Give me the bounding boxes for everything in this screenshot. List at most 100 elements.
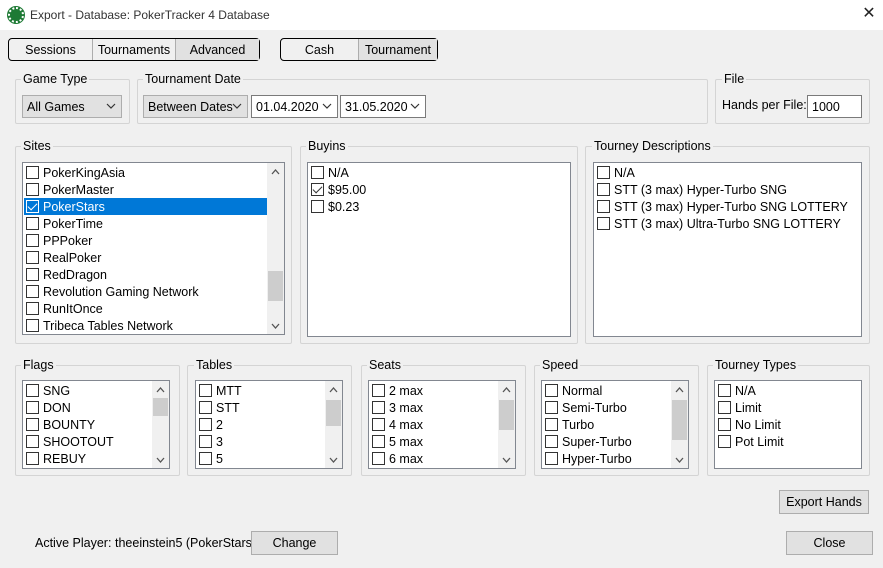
buyins-list[interactable]: N/A $95.00 $0.23 [307, 162, 571, 337]
scroll-up-icon[interactable] [325, 381, 342, 398]
scroll-up-icon[interactable] [671, 381, 688, 398]
sites-scrollbar[interactable] [267, 163, 284, 334]
list-item[interactable]: Super-Turbo [543, 433, 671, 450]
list-item[interactable]: BOUNTY [24, 416, 152, 433]
list-item[interactable]: No Limit [716, 416, 861, 433]
checkbox[interactable] [26, 251, 39, 264]
checkbox[interactable] [372, 418, 385, 431]
checkbox[interactable] [545, 401, 558, 414]
list-item[interactable]: Pot Limit [716, 433, 861, 450]
checkbox[interactable] [311, 166, 324, 179]
close-button[interactable]: Close [786, 531, 873, 555]
checkbox[interactable] [26, 166, 39, 179]
change-player-button[interactable]: Change [251, 531, 338, 555]
checkbox[interactable] [545, 452, 558, 465]
checkbox[interactable] [718, 418, 731, 431]
scroll-thumb[interactable] [326, 400, 341, 426]
scroll-down-icon[interactable] [152, 451, 169, 468]
scroll-down-icon[interactable] [325, 451, 342, 468]
list-scrollbar[interactable] [671, 381, 688, 468]
list-scrollbar[interactable] [498, 381, 515, 468]
list-item[interactable]: STT (3 max) Ultra-Turbo SNG LOTTERY [595, 215, 861, 232]
list-item[interactable]: DON [24, 399, 152, 416]
list-item[interactable]: Normal [543, 382, 671, 399]
tourney-descriptions-list[interactable]: N/A STT (3 max) Hyper-Turbo SNG STT (3 max… [593, 162, 862, 337]
tab-tournament[interactable]: Tournament [359, 39, 437, 60]
checkbox[interactable] [718, 384, 731, 397]
list-item[interactable]: STT (3 max) Hyper-Turbo SNG LOTTERY [595, 198, 861, 215]
checkbox[interactable] [372, 384, 385, 397]
checkbox[interactable] [199, 452, 212, 465]
checkbox[interactable] [26, 418, 39, 431]
list-scrollbar[interactable] [325, 381, 342, 468]
checkbox[interactable] [26, 452, 39, 465]
checkbox[interactable] [26, 435, 39, 448]
checkbox[interactable] [597, 200, 610, 213]
checkbox[interactable] [199, 435, 212, 448]
scroll-down-icon[interactable] [671, 451, 688, 468]
list-item[interactable]: PokerMaster [24, 181, 267, 198]
tables-list[interactable]: MTT STT 2 3 5 [195, 380, 343, 469]
list-item[interactable]: $95.00 [309, 181, 570, 198]
scroll-up-icon[interactable] [152, 381, 169, 398]
list-item[interactable]: N/A [309, 164, 570, 181]
checkbox[interactable] [545, 384, 558, 397]
sites-list[interactable]: PokerKingAsia PokerMaster PokerStars PokerT… [22, 162, 285, 335]
checkbox[interactable] [372, 452, 385, 465]
checkbox[interactable] [545, 418, 558, 431]
checkbox[interactable] [597, 166, 610, 179]
checkbox[interactable] [26, 401, 39, 414]
list-scrollbar[interactable] [152, 381, 169, 468]
scroll-thumb[interactable] [672, 400, 687, 440]
export-hands-button[interactable]: Export Hands [779, 490, 869, 514]
list-item[interactable]: 5 [197, 450, 325, 467]
list-item[interactable]: Semi-Turbo [543, 399, 671, 416]
scroll-down-icon[interactable] [267, 317, 284, 334]
checkbox[interactable] [597, 183, 610, 196]
list-item[interactable]: RealPoker [24, 249, 267, 266]
checkbox[interactable] [545, 435, 558, 448]
flags-list[interactable]: SNG DON BOUNTY SHOOTOUT REBUY [22, 380, 170, 469]
list-item[interactable]: Revolution Gaming Network [24, 283, 267, 300]
list-item[interactable]: Tribeca Tables Network [24, 317, 267, 334]
speed-list[interactable]: Normal Semi-Turbo Turbo Super-Turbo Hyper-Tu… [541, 380, 689, 469]
scroll-thumb[interactable] [153, 398, 168, 416]
date-mode-select[interactable]: Between Dates [143, 95, 248, 118]
checkbox[interactable] [26, 183, 39, 196]
scroll-thumb[interactable] [499, 400, 514, 430]
tab-tournaments[interactable]: Tournaments [93, 39, 176, 60]
checkbox[interactable] [372, 435, 385, 448]
seats-list[interactable]: 2 max 3 max 4 max 5 max 6 max [368, 380, 516, 469]
list-item[interactable]: REBUY [24, 450, 152, 467]
list-item[interactable]: RedDragon [24, 266, 267, 283]
date-to-picker[interactable]: 31.05.2020 [340, 95, 426, 118]
checkbox[interactable] [26, 217, 39, 230]
list-item[interactable]: MTT [197, 382, 325, 399]
checkbox[interactable] [26, 268, 39, 281]
checkbox[interactable] [26, 319, 39, 332]
list-item[interactable]: STT (3 max) Hyper-Turbo SNG [595, 181, 861, 198]
tab-advanced[interactable]: Advanced [176, 39, 259, 60]
close-icon[interactable]: ✕ [858, 4, 880, 26]
list-item[interactable]: N/A [716, 382, 861, 399]
tourney-types-list[interactable]: N/A Limit No Limit Pot Limit [714, 380, 862, 469]
list-item[interactable]: SNG [24, 382, 152, 399]
checkbox[interactable] [26, 384, 39, 397]
list-item[interactable]: 5 max [370, 433, 498, 450]
checkbox[interactable] [199, 418, 212, 431]
list-item[interactable]: Limit [716, 399, 861, 416]
list-item[interactable]: 2 [197, 416, 325, 433]
checkbox[interactable] [311, 200, 324, 213]
checkbox[interactable] [26, 200, 39, 213]
scroll-up-icon[interactable] [267, 163, 284, 180]
list-item[interactable]: 3 max [370, 399, 498, 416]
checkbox[interactable] [372, 401, 385, 414]
tab-cash[interactable]: Cash [281, 39, 359, 60]
checkbox[interactable] [718, 401, 731, 414]
list-item[interactable]: 6 max [370, 450, 498, 467]
list-item[interactable]: PPPoker [24, 232, 267, 249]
list-item[interactable]: Hyper-Turbo [543, 450, 671, 467]
checkbox[interactable] [26, 234, 39, 247]
checkbox[interactable] [597, 217, 610, 230]
scroll-thumb[interactable] [268, 271, 283, 301]
